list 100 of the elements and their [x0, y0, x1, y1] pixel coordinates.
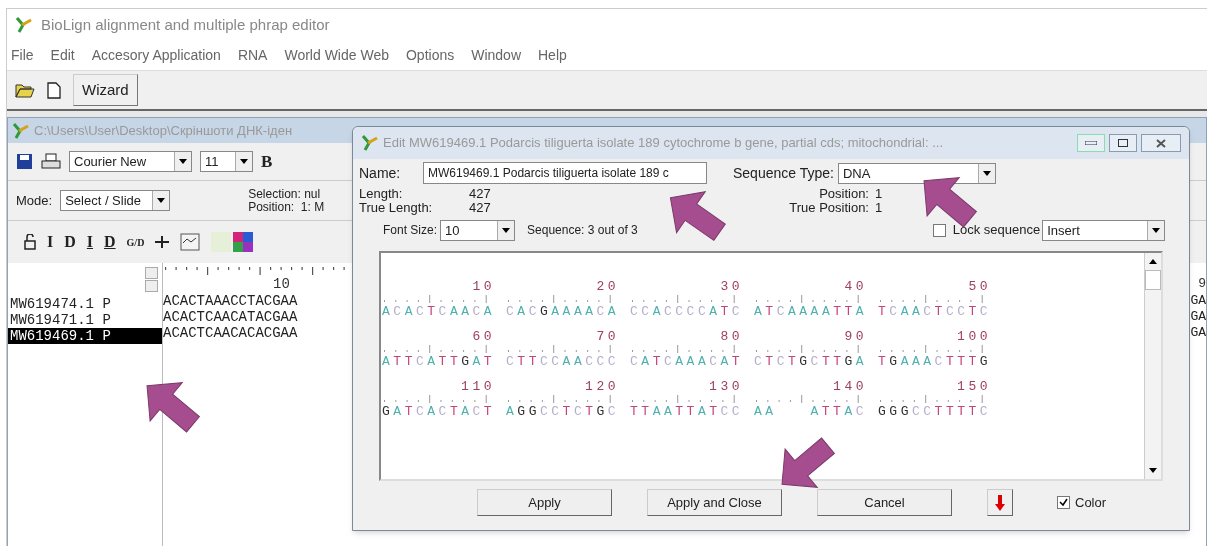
- menu-item[interactable]: Options: [405, 45, 455, 66]
- tool-button[interactable]: I: [47, 230, 54, 254]
- ruler-number: 9: [1198, 275, 1206, 293]
- tool-button[interactable]: I: [86, 230, 94, 254]
- wizard-button[interactable]: Wizard: [73, 74, 138, 106]
- lock-sequence-label: Lock sequence: [952, 221, 1041, 240]
- sequence-name[interactable]: MW619469.1 P: [8, 328, 162, 344]
- dropdown-button[interactable]: [174, 152, 191, 171]
- length-label: Length:: [359, 187, 404, 201]
- color-grid-icon[interactable]: [211, 232, 254, 252]
- dropdown-button[interactable]: [977, 163, 995, 183]
- true-length-label: True Length:: [359, 201, 434, 215]
- sequence-row-text: ACACTAAACCTACGAA: [163, 293, 299, 309]
- chart-icon[interactable]: [180, 233, 201, 251]
- dropdown-button[interactable]: [1147, 220, 1165, 240]
- dropdown-button[interactable]: [235, 152, 252, 171]
- caret-icon: [179, 159, 187, 164]
- color-checkbox[interactable]: [1057, 496, 1070, 509]
- close-icon: [1156, 138, 1166, 148]
- move-down-button[interactable]: [987, 489, 1013, 516]
- tool-button[interactable]: G/D: [126, 234, 145, 250]
- lock-checkbox[interactable]: [932, 223, 946, 237]
- maximize-icon: [1118, 139, 1128, 147]
- window-title: BioLign alignment and multiple phrap editor: [41, 14, 330, 35]
- position-number: 30: [720, 279, 743, 295]
- mode-label: Mode:: [16, 191, 53, 210]
- dropdown-button[interactable]: [152, 191, 170, 210]
- logo-icon: [15, 16, 33, 34]
- dialog-button[interactable]: Apply: [477, 489, 612, 516]
- position-number: 20: [596, 279, 619, 295]
- dialog-button[interactable]: Cancel: [817, 489, 952, 516]
- printer-icon[interactable]: [41, 153, 61, 170]
- sequence-row-text: ACACTCAACATACGAA: [163, 309, 299, 325]
- name-label: Name:: [359, 163, 402, 183]
- close-button[interactable]: [1141, 134, 1181, 152]
- menu-item[interactable]: Accesory Application: [91, 45, 221, 66]
- dialog-button[interactable]: Apply and Close: [647, 489, 782, 516]
- minimize-icon: [1085, 141, 1097, 145]
- scroll-thumb[interactable]: [1145, 270, 1161, 290]
- document-title: C:\Users\User\Desktop\Скріншоти ДНК-іден: [34, 121, 293, 140]
- unlock-icon[interactable]: [24, 234, 36, 250]
- down-arrow-icon: [995, 494, 1005, 511]
- true-length-value: 427: [469, 201, 492, 215]
- logo-icon: [361, 134, 379, 152]
- position-number: 70: [596, 329, 619, 345]
- position-number: 150: [957, 379, 991, 395]
- save-icon[interactable]: [16, 153, 33, 170]
- font-select[interactable]: Courier New: [69, 151, 192, 172]
- position-number: 100: [957, 329, 991, 345]
- true-position-value: 1: [875, 201, 883, 215]
- position-value: 1: [875, 187, 883, 201]
- position-number: 80: [720, 329, 743, 345]
- folder-icon[interactable]: [15, 82, 35, 98]
- name-field[interactable]: MW619469.1 Podarcis tiliguerta isolate 189 c: [423, 162, 707, 184]
- bold-button[interactable]: B: [261, 148, 273, 175]
- position-number: 110: [461, 379, 495, 395]
- menu-item[interactable]: World Wide Web: [284, 45, 389, 66]
- sequence-name[interactable]: MW619471.1 P: [8, 312, 162, 328]
- edit-mode-select[interactable]: Insert: [1042, 219, 1166, 241]
- sequence-type-select[interactable]: DNA: [837, 162, 996, 184]
- length-value: 427: [469, 187, 492, 201]
- down-arrow-icon: [1149, 468, 1157, 473]
- menu-item[interactable]: RNA: [237, 45, 268, 66]
- caret-icon: [157, 198, 166, 203]
- dialog-title: Edit MW619469.1 Podarcis tiliguerta isolate 189 cytochrome b gene, partial cds; mitochondrial: ...: [383, 134, 944, 153]
- position-number: 10: [472, 279, 495, 295]
- position-number: 50: [968, 279, 991, 295]
- position-number: 120: [585, 379, 619, 395]
- dialog-font-size-select[interactable]: 10: [440, 219, 516, 241]
- sequence-row: GA: [1190, 309, 1206, 325]
- menu-item[interactable]: Window: [471, 45, 521, 66]
- dropdown-button[interactable]: [497, 220, 515, 240]
- position-number: 40: [844, 279, 867, 295]
- position-number: 90: [844, 329, 867, 345]
- sequence-count: Sequence: 3 out of 3: [527, 222, 638, 239]
- mode-select[interactable]: Select / Slide: [60, 190, 171, 211]
- cross-icon[interactable]: [155, 235, 170, 249]
- true-position-label: True Position:: [789, 201, 869, 215]
- position-label: Position:: [819, 187, 869, 201]
- tool-button[interactable]: D: [64, 230, 76, 254]
- caret-icon: [502, 227, 511, 233]
- sequence-type-label: Sequence Type:: [733, 163, 834, 183]
- selection-status: Selection: nul: [248, 187, 322, 201]
- sequence-name[interactable]: MW619474.1 P: [8, 296, 162, 312]
- sequence-row: GA: [1190, 293, 1206, 309]
- menu-item[interactable]: Help: [538, 45, 567, 66]
- caret-icon: [1152, 227, 1161, 233]
- font-size-select[interactable]: 11: [200, 151, 253, 172]
- logo-icon: [12, 121, 30, 140]
- color-label: Color: [1075, 493, 1107, 512]
- up-arrow-icon: [1149, 259, 1157, 264]
- menu-item[interactable]: File: [11, 45, 34, 66]
- position-status: Position: 1: M: [248, 200, 325, 214]
- menu-item[interactable]: Edit: [50, 45, 75, 66]
- tool-button[interactable]: D: [104, 230, 116, 254]
- new-file-icon[interactable]: [47, 81, 61, 99]
- maximize-button[interactable]: [1109, 134, 1137, 152]
- sequence-row-text: ACACTCAACACACGAA: [163, 325, 299, 341]
- ruler-number: 10: [272, 275, 291, 293]
- sequence-text: AA: [754, 403, 777, 421]
